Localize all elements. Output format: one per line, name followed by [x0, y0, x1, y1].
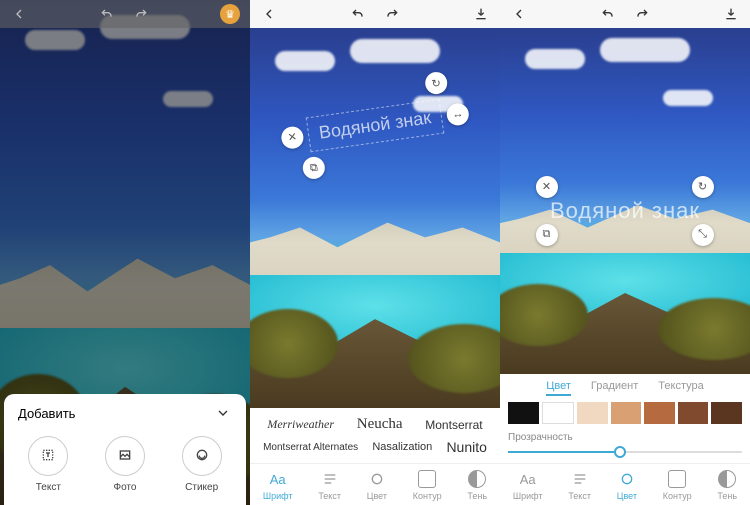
- redo-icon[interactable]: [383, 5, 401, 23]
- tab-outline[interactable]: Контур: [663, 470, 692, 501]
- watermark-text[interactable]: Водяной знак ✕ ↻ ⧉ ⤡: [550, 198, 700, 224]
- add-photo-button[interactable]: Фото: [105, 436, 145, 493]
- image-canvas[interactable]: Водяной знак ✕ ↻ ⧉ ⤡: [500, 28, 750, 374]
- copy-handle[interactable]: ⧉: [536, 224, 558, 246]
- font-option[interactable]: Merriweather: [267, 417, 334, 432]
- sheet-title: Добавить: [18, 406, 75, 421]
- redo-icon[interactable]: [132, 5, 150, 23]
- tab-text[interactable]: Текст: [318, 470, 341, 501]
- text-icon: [40, 447, 56, 466]
- tab-color[interactable]: Цвет: [617, 470, 637, 501]
- undo-icon[interactable]: [349, 5, 367, 23]
- color-tab-texture[interactable]: Текстура: [658, 380, 703, 396]
- font-option[interactable]: Montserrat Alternates: [263, 442, 358, 453]
- photo-icon: [117, 447, 133, 466]
- sticker-icon: [194, 447, 210, 466]
- rotate-handle[interactable]: ↻: [692, 176, 714, 198]
- download-icon[interactable]: [472, 5, 490, 23]
- font-option[interactable]: Nasalization: [372, 441, 432, 453]
- color-swatch[interactable]: [678, 402, 709, 424]
- tab-shadow[interactable]: Тень: [717, 470, 737, 501]
- add-text-button[interactable]: Текст: [28, 436, 68, 493]
- resize-handle[interactable]: ⤡: [692, 224, 714, 246]
- tab-outline[interactable]: Контур: [413, 470, 442, 501]
- toolbar: [500, 0, 750, 28]
- color-swatch[interactable]: [611, 402, 642, 424]
- download-icon[interactable]: [722, 5, 740, 23]
- bottom-tabs: AaШрифт Текст Цвет Контур Тень: [500, 463, 750, 505]
- delete-handle[interactable]: ✕: [536, 176, 558, 198]
- tab-text[interactable]: Текст: [568, 470, 591, 501]
- undo-icon[interactable]: [98, 5, 116, 23]
- color-swatch[interactable]: [711, 402, 742, 424]
- add-sheet: Добавить Текст Фото Стикер: [4, 394, 246, 505]
- tab-font[interactable]: AaШрифт: [263, 470, 293, 501]
- screen-color: Водяной знак ✕ ↻ ⧉ ⤡ Цвет Градиент Текст…: [500, 0, 750, 505]
- screen-font: Водяной знак ✕ ↻ ↔ ⧉ Merriweather Neucha…: [250, 0, 500, 505]
- font-picker: Merriweather Neucha Montserrat Montserra…: [250, 408, 500, 463]
- color-tab-gradient[interactable]: Градиент: [591, 380, 638, 396]
- toolbar: [250, 0, 500, 28]
- font-option[interactable]: Neucha: [357, 416, 403, 433]
- screen-add: ♛ Добавить Текст Фото Стикер: [0, 0, 250, 505]
- font-option[interactable]: Nunito: [446, 439, 486, 455]
- tab-shadow[interactable]: Тень: [467, 470, 487, 501]
- collapse-icon[interactable]: [214, 404, 232, 422]
- color-swatch[interactable]: [508, 402, 539, 424]
- back-icon[interactable]: [260, 5, 278, 23]
- back-icon[interactable]: [10, 5, 28, 23]
- opacity-slider[interactable]: [508, 445, 742, 459]
- color-panel: Цвет Градиент Текстура Прозрачность: [500, 374, 750, 463]
- tab-color[interactable]: Цвет: [367, 470, 387, 501]
- color-swatch[interactable]: [542, 402, 575, 424]
- back-icon[interactable]: [510, 5, 528, 23]
- redo-icon[interactable]: [633, 5, 651, 23]
- tab-font[interactable]: AaШрифт: [513, 470, 543, 501]
- add-sticker-button[interactable]: Стикер: [182, 436, 222, 493]
- color-tab-color[interactable]: Цвет: [546, 380, 571, 396]
- image-canvas[interactable]: Водяной знак ✕ ↻ ↔ ⧉: [250, 28, 500, 408]
- color-swatch[interactable]: [644, 402, 675, 424]
- swatch-row: [508, 402, 742, 424]
- color-swatch[interactable]: [577, 402, 608, 424]
- font-option[interactable]: Montserrat: [425, 418, 482, 432]
- bottom-tabs: AaШрифт Текст Цвет Контур Тень: [250, 463, 500, 505]
- opacity-label: Прозрачность: [508, 432, 742, 443]
- undo-icon[interactable]: [599, 5, 617, 23]
- premium-icon[interactable]: ♛: [220, 4, 240, 24]
